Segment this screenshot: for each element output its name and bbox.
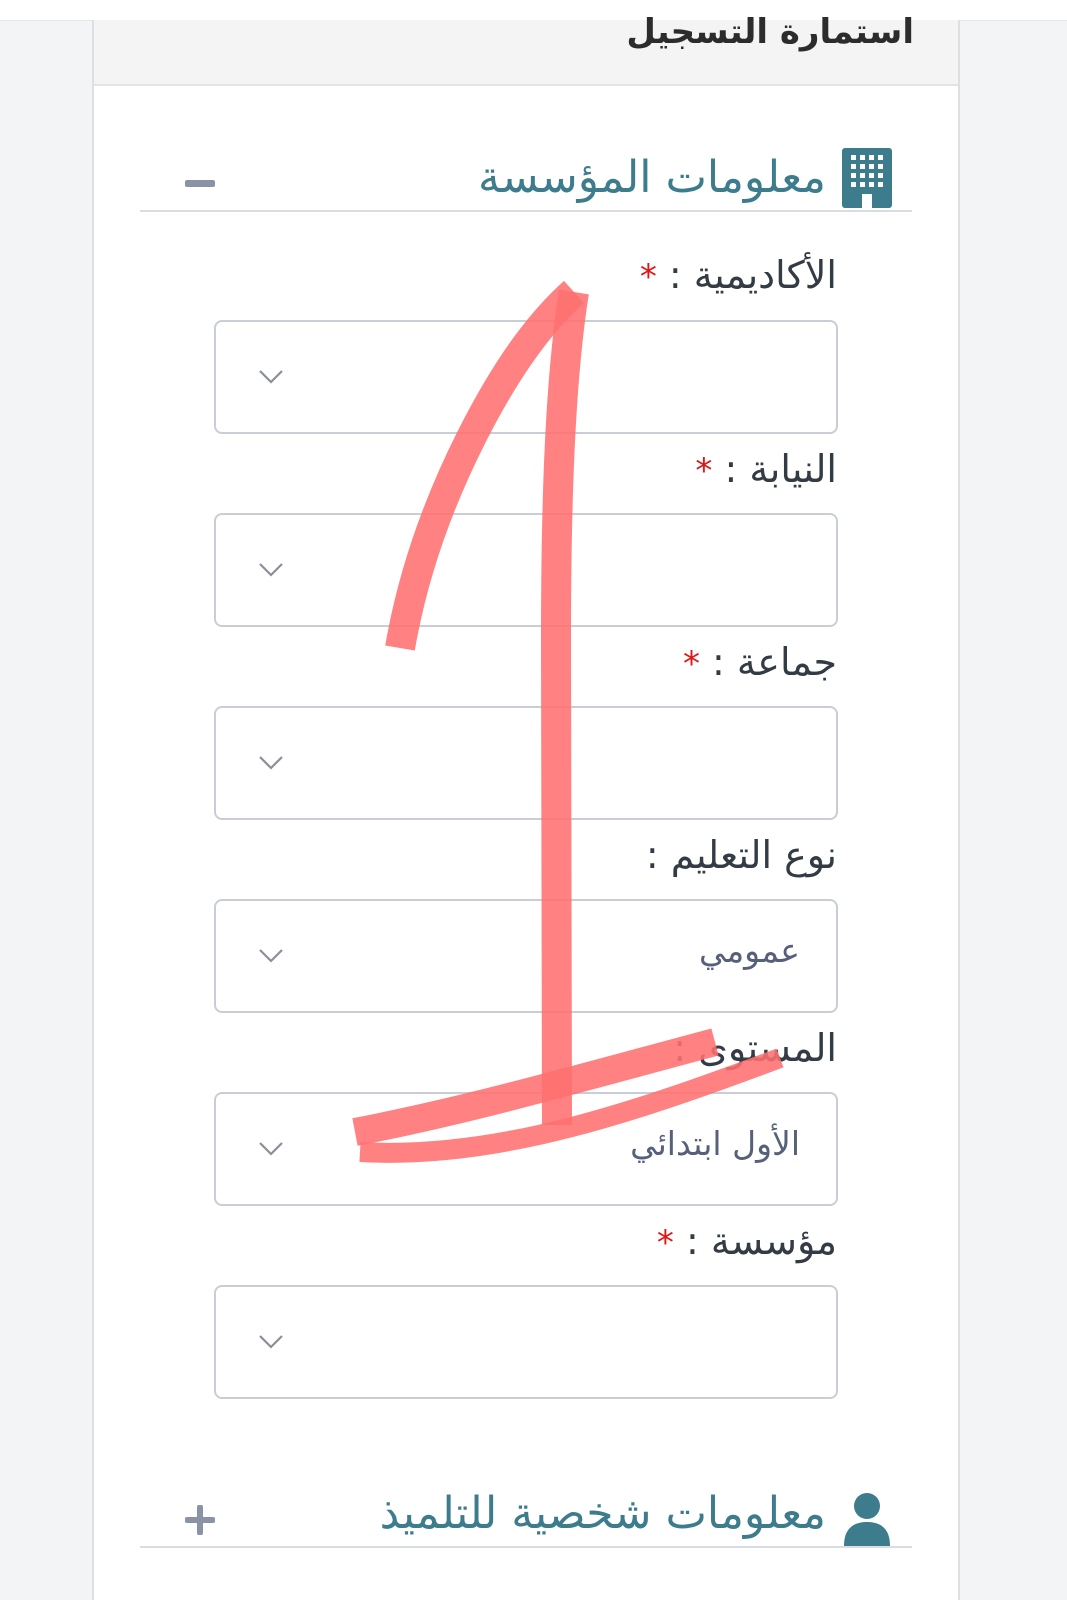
academy-label-text: الأكاديمية : [668,253,837,297]
institution-select[interactable] [214,1285,838,1399]
chevron-down-icon [259,1142,283,1156]
directorate-select[interactable] [214,513,838,627]
plus-icon [185,1505,215,1535]
chevron-down-icon [259,563,283,577]
form-title: استمارة التسجيل [626,12,914,52]
user-icon [844,1493,890,1546]
commune-label-text: جماعة : [712,640,837,684]
level-label-text: المستوى : [673,1026,837,1070]
institution-label: مؤسسة : * [657,1216,837,1268]
section-institution-header[interactable]: معلومات المؤسسة [140,148,912,212]
commune-label: جماعة : * [683,637,837,689]
chevron-down-icon [259,756,283,770]
institution-label-text: مؤسسة : [686,1219,837,1263]
expand-student-button[interactable] [180,1500,220,1540]
directorate-label: النيابة : * [695,444,837,496]
level-select-value: الأول ابتدائي [630,1124,800,1163]
education-type-select-value: عمومي [699,931,800,970]
chevron-down-icon [259,370,283,384]
directorate-label-text: النيابة : [724,447,837,491]
collapse-institution-button[interactable] [180,164,220,204]
education-type-select[interactable]: عمومي [214,899,838,1013]
section-student-title: معلومات شخصية للتلميذ [379,1488,826,1539]
academy-label: الأكاديمية : * [640,250,837,302]
section-institution-title: معلومات المؤسسة [478,152,826,203]
chevron-down-icon [259,1335,283,1349]
education-type-label-text: نوع التعليم : [645,833,837,877]
minus-icon [185,180,215,187]
chevron-down-icon [259,949,283,963]
required-marker: * [695,451,713,491]
required-marker: * [656,1223,674,1263]
card-header: استمارة التسجيل [94,12,958,86]
level-label: المستوى : [673,1023,837,1073]
section-student-header[interactable]: معلومات شخصية للتلميذ [140,1484,912,1548]
building-icon [842,148,892,208]
commune-select[interactable] [214,706,838,820]
level-select[interactable]: الأول ابتدائي [214,1092,838,1206]
required-marker: * [639,257,657,297]
education-type-label: نوع التعليم : [646,830,837,880]
academy-select[interactable] [214,320,838,434]
required-marker: * [682,644,700,684]
